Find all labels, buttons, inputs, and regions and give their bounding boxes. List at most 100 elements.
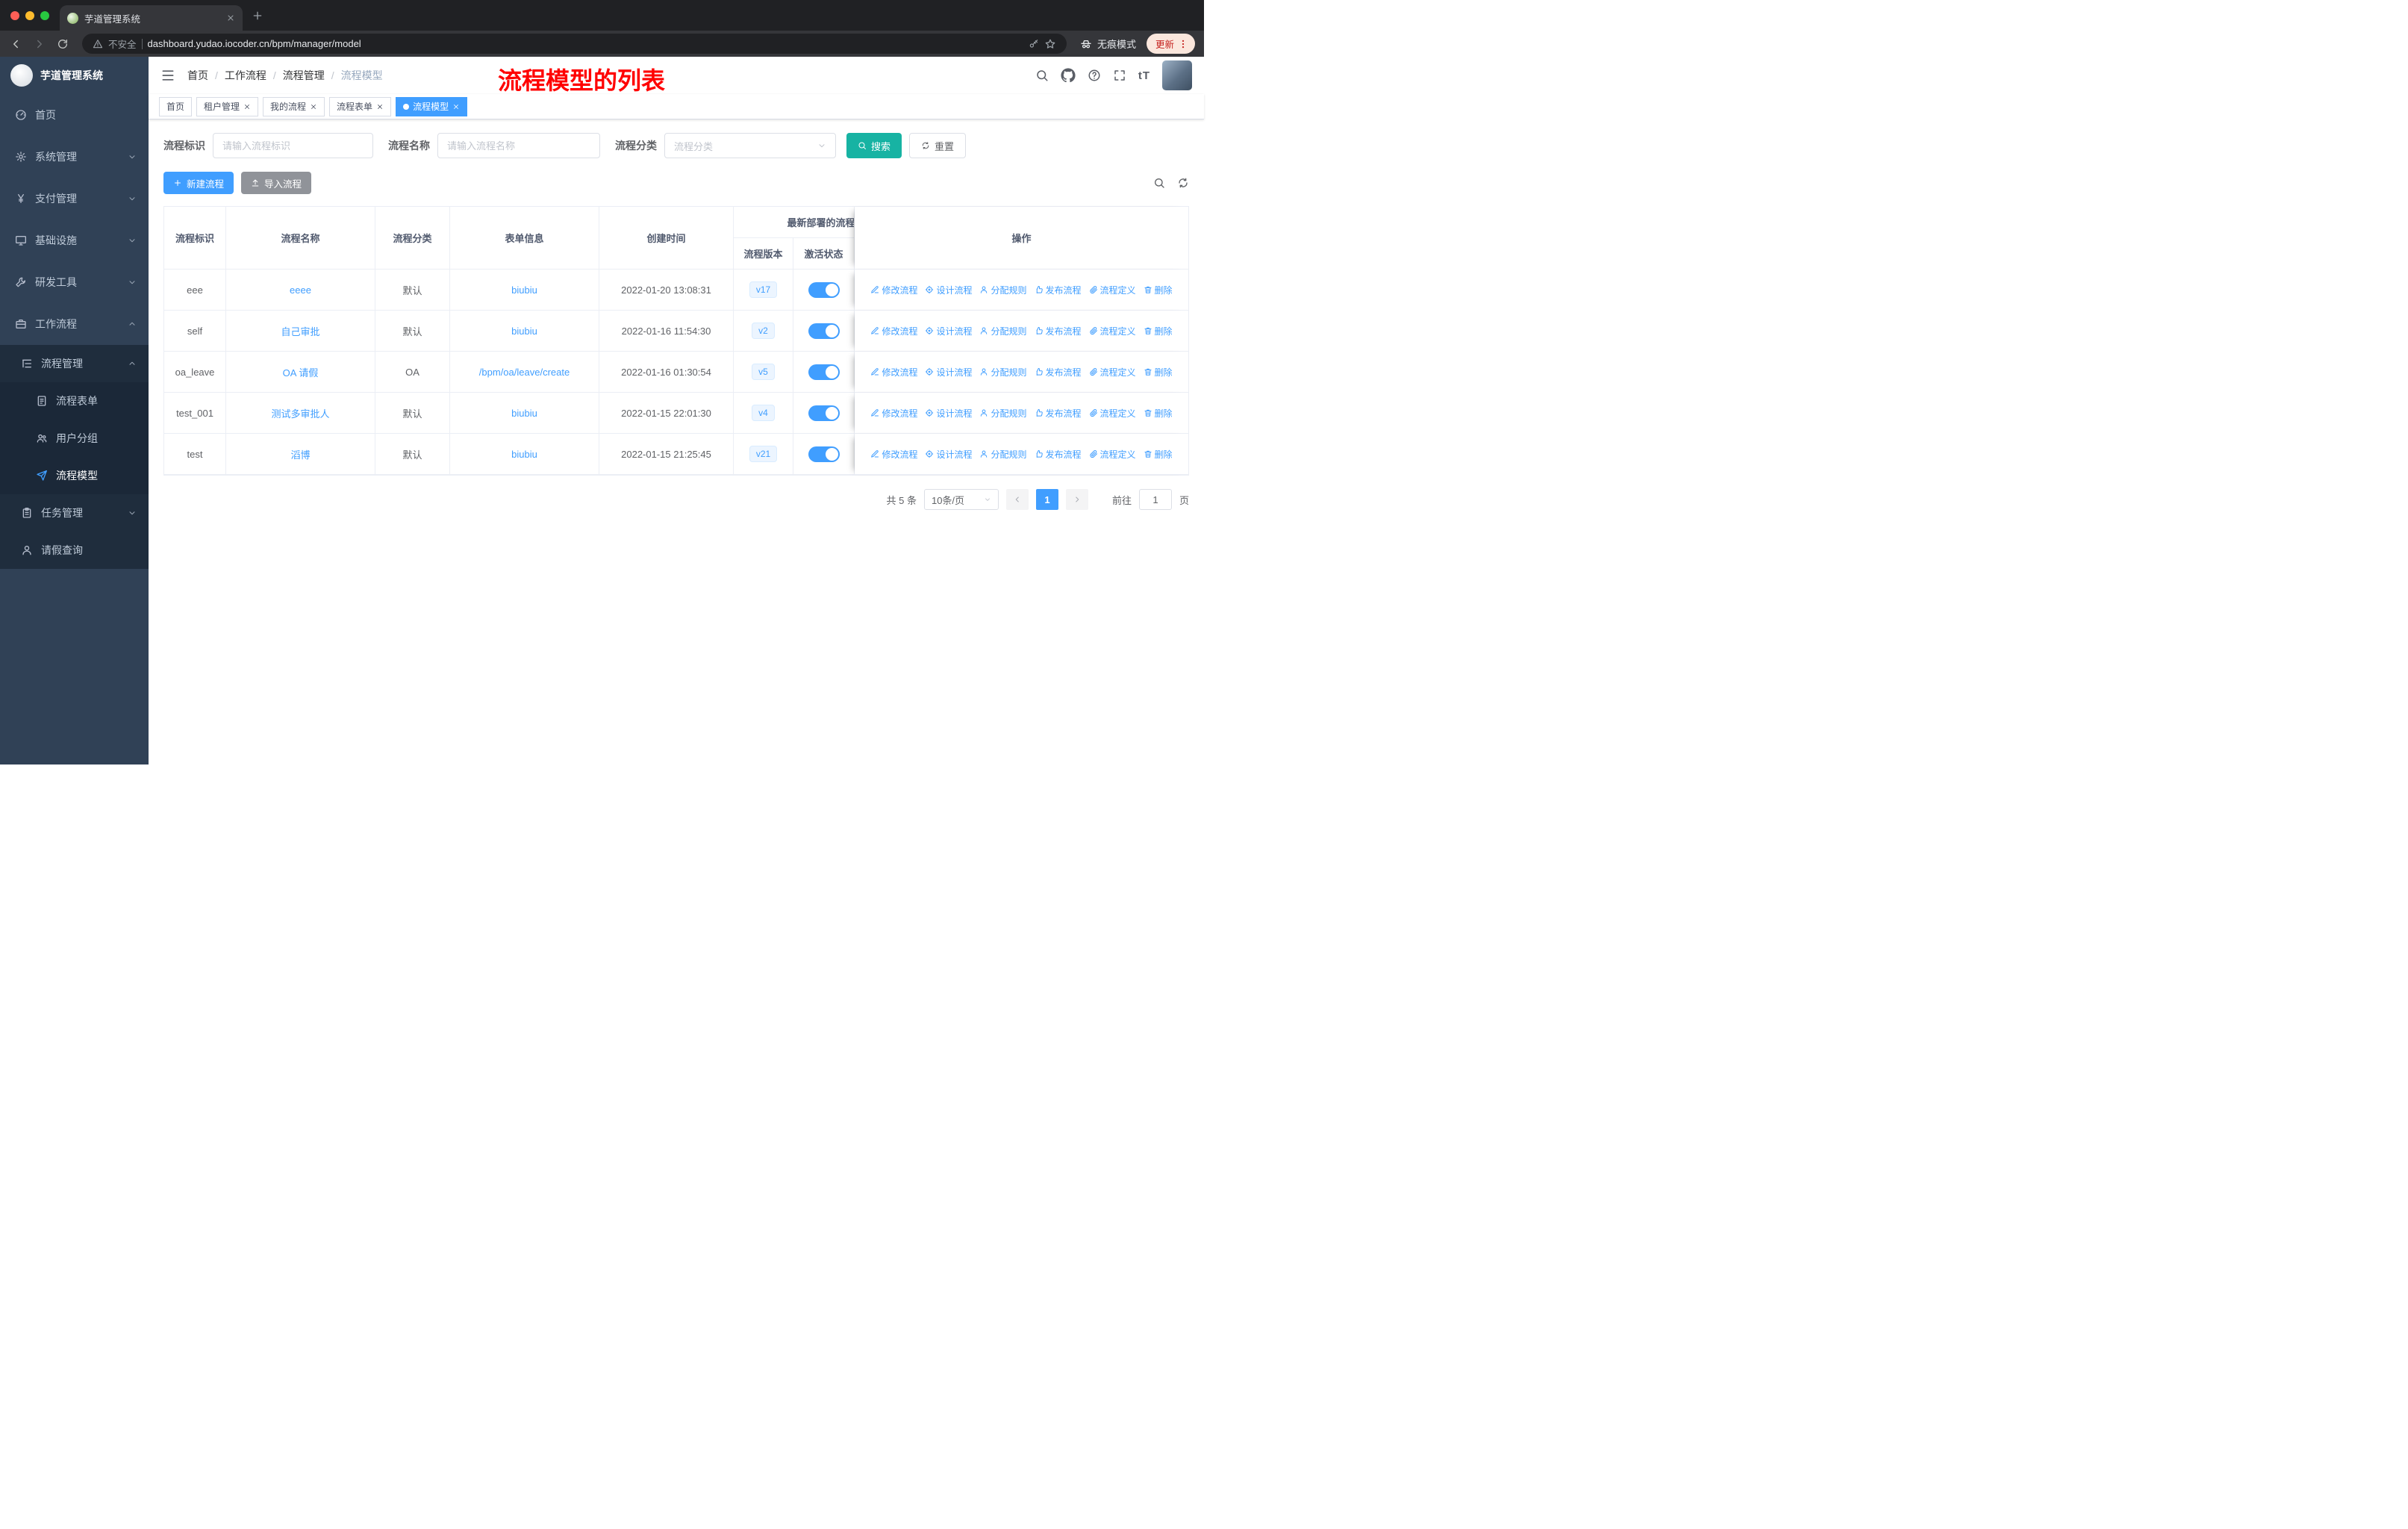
- active-status-toggle[interactable]: [808, 446, 840, 462]
- action-publish-flow[interactable]: 发布流程: [1035, 407, 1082, 420]
- action-flow-definition[interactable]: 流程定义: [1089, 366, 1136, 379]
- action-delete[interactable]: 删除: [1144, 366, 1173, 379]
- window-close-button[interactable]: [10, 10, 19, 20]
- page-number-1[interactable]: 1: [1035, 489, 1058, 510]
- active-status-toggle[interactable]: [808, 364, 840, 380]
- action-assign-rule[interactable]: 分配规则: [979, 407, 1027, 420]
- process-name-link[interactable]: OA 请假: [283, 365, 319, 379]
- sidebar-item-process-form[interactable]: 流程表单: [0, 382, 149, 420]
- goto-page-input[interactable]: [1138, 489, 1172, 510]
- action-flow-definition[interactable]: 流程定义: [1089, 407, 1136, 420]
- tab-close-icon[interactable]: [226, 13, 235, 22]
- action-edit-flow[interactable]: 修改流程: [870, 448, 917, 461]
- sidebar-item-payment[interactable]: 支付管理: [0, 178, 149, 219]
- back-button[interactable]: [9, 37, 22, 51]
- process-name-input[interactable]: [437, 133, 600, 158]
- action-delete[interactable]: 删除: [1144, 284, 1173, 296]
- action-flow-definition[interactable]: 流程定义: [1089, 284, 1136, 296]
- forward-button[interactable]: [33, 37, 46, 51]
- create-flow-button[interactable]: 新建流程: [163, 172, 234, 194]
- toggle-search-icon[interactable]: [1153, 177, 1165, 189]
- action-edit-flow[interactable]: 修改流程: [870, 325, 917, 337]
- tag-tenant-management[interactable]: 租户管理: [196, 96, 259, 116]
- breadcrumb-item-process-management[interactable]: 流程管理: [283, 68, 325, 83]
- process-key-input[interactable]: [213, 133, 373, 158]
- close-icon[interactable]: [243, 103, 251, 110]
- search-icon[interactable]: [1035, 69, 1049, 82]
- process-name-link[interactable]: 测试多审批人: [271, 406, 329, 420]
- action-edit-flow[interactable]: 修改流程: [870, 284, 917, 296]
- sidebar-item-process-management[interactable]: 流程管理: [0, 345, 149, 382]
- tag-home[interactable]: 首页: [159, 96, 193, 116]
- action-publish-flow[interactable]: 发布流程: [1035, 448, 1082, 461]
- action-flow-definition[interactable]: 流程定义: [1089, 325, 1136, 337]
- tag-process-form[interactable]: 流程表单: [329, 96, 392, 116]
- sidebar-item-process-model[interactable]: 流程模型: [0, 457, 149, 494]
- process-name-link[interactable]: eeee: [290, 284, 311, 296]
- import-flow-button[interactable]: 导入流程: [241, 172, 312, 194]
- action-edit-flow[interactable]: 修改流程: [870, 407, 917, 420]
- search-button[interactable]: 搜索: [846, 133, 902, 158]
- sidebar-item-home[interactable]: 首页: [0, 94, 149, 136]
- action-design-flow[interactable]: 设计流程: [925, 448, 972, 461]
- action-assign-rule[interactable]: 分配规则: [979, 448, 1027, 461]
- action-assign-rule[interactable]: 分配规则: [979, 325, 1027, 337]
- sidebar-item-system[interactable]: 系统管理: [0, 136, 149, 178]
- action-design-flow[interactable]: 设计流程: [925, 366, 972, 379]
- prev-page-button[interactable]: [1005, 489, 1029, 510]
- refresh-table-icon[interactable]: [1177, 177, 1189, 189]
- action-delete[interactable]: 删除: [1144, 407, 1173, 420]
- tag-process-model[interactable]: 流程模型: [396, 96, 468, 116]
- sidebar-item-devtools[interactable]: 研发工具: [0, 261, 149, 303]
- hamburger-icon[interactable]: [160, 68, 175, 83]
- action-publish-flow[interactable]: 发布流程: [1035, 325, 1082, 337]
- close-icon[interactable]: [310, 103, 317, 110]
- window-zoom-button[interactable]: [40, 10, 49, 20]
- page-size-select[interactable]: 10条/页: [923, 489, 999, 510]
- font-size-icon[interactable]: tT: [1138, 69, 1150, 82]
- form-info-link[interactable]: biubiu: [511, 326, 537, 337]
- window-minimize-button[interactable]: [25, 10, 34, 20]
- active-status-toggle[interactable]: [808, 405, 840, 421]
- help-icon[interactable]: [1088, 69, 1101, 82]
- sidebar-item-workflow[interactable]: 工作流程: [0, 303, 149, 345]
- next-page-button[interactable]: [1065, 489, 1088, 510]
- browser-menu-kebab-icon[interactable]: [1178, 39, 1188, 49]
- user-avatar[interactable]: [1162, 60, 1192, 90]
- action-assign-rule[interactable]: 分配规则: [979, 284, 1027, 296]
- github-icon[interactable]: [1061, 68, 1076, 83]
- form-info-link[interactable]: biubiu: [511, 449, 537, 460]
- process-name-link[interactable]: 滔博: [290, 447, 310, 461]
- process-name-link[interactable]: 自己审批: [281, 324, 319, 338]
- action-assign-rule[interactable]: 分配规则: [979, 366, 1027, 379]
- sidebar-item-infra[interactable]: 基础设施: [0, 219, 149, 261]
- update-button[interactable]: 更新: [1146, 34, 1195, 54]
- app-logo[interactable]: 芋道管理系统: [0, 57, 149, 94]
- action-publish-flow[interactable]: 发布流程: [1035, 284, 1082, 296]
- sidebar-item-user-group[interactable]: 用户分组: [0, 420, 149, 457]
- reset-button[interactable]: 重置: [909, 133, 967, 158]
- active-status-toggle[interactable]: [808, 281, 840, 298]
- fullscreen-icon[interactable]: [1113, 69, 1126, 82]
- new-tab-button[interactable]: [252, 10, 263, 22]
- password-key-icon[interactable]: [1029, 39, 1039, 49]
- action-design-flow[interactable]: 设计流程: [925, 284, 972, 296]
- form-info-link[interactable]: /bpm/oa/leave/create: [479, 367, 570, 378]
- sidebar-item-task-management[interactable]: 任务管理: [0, 494, 149, 532]
- address-bar[interactable]: 不安全 dashboard.yudao.iocoder.cn/bpm/manag…: [82, 34, 1067, 54]
- action-edit-flow[interactable]: 修改流程: [870, 366, 917, 379]
- close-icon[interactable]: [452, 103, 460, 110]
- close-icon[interactable]: [376, 103, 384, 110]
- sidebar-item-leave-query[interactable]: 请假查询: [0, 532, 149, 569]
- category-select[interactable]: 流程分类: [664, 133, 836, 158]
- browser-tab[interactable]: 芋道管理系统: [60, 5, 243, 31]
- breadcrumb-item-home[interactable]: 首页: [187, 68, 208, 83]
- action-flow-definition[interactable]: 流程定义: [1089, 448, 1136, 461]
- action-design-flow[interactable]: 设计流程: [925, 407, 972, 420]
- action-design-flow[interactable]: 设计流程: [925, 325, 972, 337]
- action-publish-flow[interactable]: 发布流程: [1035, 366, 1082, 379]
- form-info-link[interactable]: biubiu: [511, 408, 537, 419]
- tag-my-process[interactable]: 我的流程: [263, 96, 325, 116]
- reload-button[interactable]: [57, 38, 69, 50]
- form-info-link[interactable]: biubiu: [511, 284, 537, 296]
